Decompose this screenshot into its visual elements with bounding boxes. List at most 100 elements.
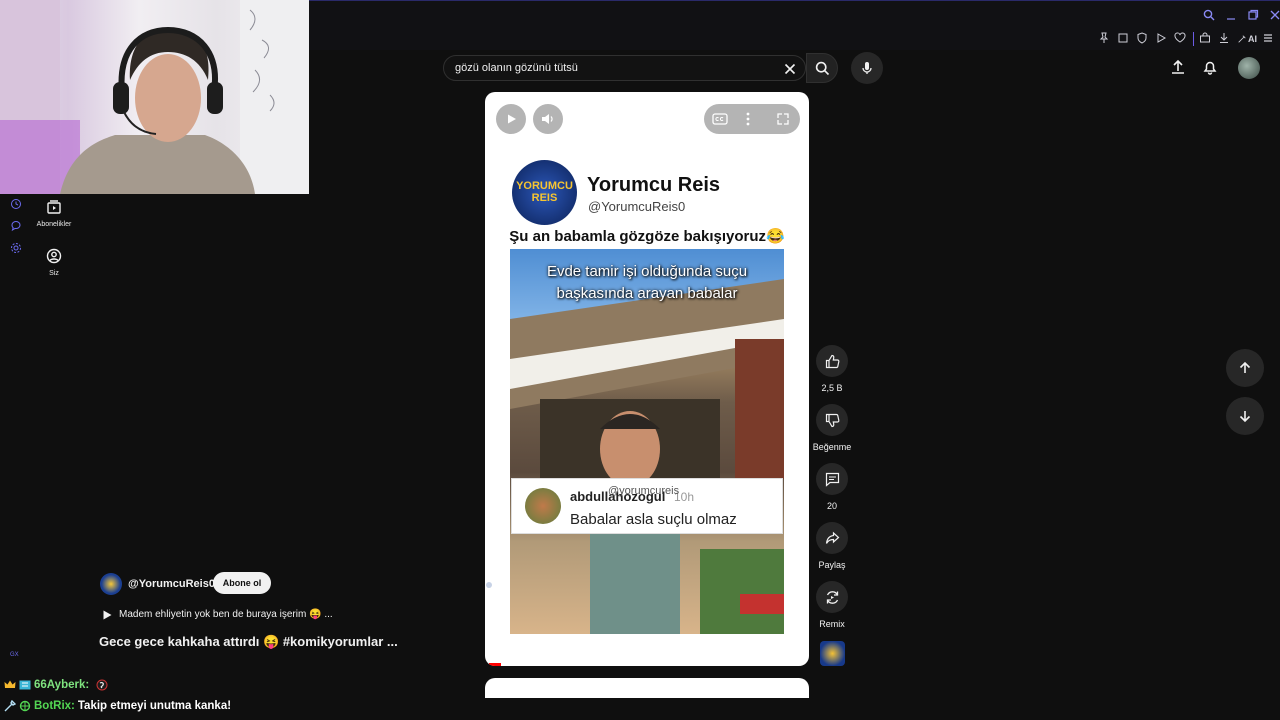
- player-controls-pill: [704, 104, 800, 134]
- volume-icon: [541, 113, 555, 125]
- stream-chat: 66Ayberk: BotRix: Takip etmeyi unutma ka…: [0, 676, 460, 720]
- comments-button[interactable]: [816, 463, 848, 495]
- fullscreen-icon[interactable]: [776, 112, 790, 126]
- search-query: gözü olanın gözünü tütsü: [455, 62, 578, 74]
- badge-icon: [19, 680, 31, 690]
- sidebar-item-label: Abonelikler: [36, 221, 72, 228]
- more-options-icon[interactable]: [746, 112, 750, 126]
- gx-label: GX: [10, 652, 19, 658]
- messenger-icon[interactable]: [10, 220, 22, 232]
- embedded-video-frame: [510, 279, 784, 634]
- arrow-up-icon: [1238, 361, 1252, 375]
- download-icon[interactable]: [1218, 32, 1232, 46]
- chat-message: BotRix: Takip etmeyi unutma kanka!: [4, 700, 231, 712]
- heart-icon[interactable]: [1174, 32, 1188, 46]
- emote-icon: [95, 679, 109, 691]
- ai-label: AI: [1248, 34, 1257, 44]
- comment-count: 20: [826, 501, 837, 511]
- pin-icon[interactable]: [1098, 32, 1112, 46]
- comment-icon: [825, 472, 840, 487]
- action-comments[interactable]: 20: [792, 463, 872, 511]
- extension-bar: AI: [1098, 32, 1276, 46]
- search-input[interactable]: gözü olanın gözünü tütsü: [443, 55, 806, 81]
- play-icon: [505, 113, 517, 125]
- next-short-card[interactable]: [485, 678, 809, 698]
- chat-username: 66Ayberk:: [34, 679, 90, 691]
- sidebar-item-subscriptions[interactable]: Abonelikler: [24, 199, 84, 228]
- post-author-name: Yorumcu Reis: [587, 174, 720, 196]
- restore-icon[interactable]: [1247, 9, 1261, 23]
- minimize-icon[interactable]: [1225, 9, 1239, 23]
- short-title[interactable]: Gece gece kahkaha attırdı 😝 #komikyoruml…: [99, 634, 398, 650]
- play-button[interactable]: [496, 104, 526, 134]
- share-label: Paylaş: [818, 560, 846, 570]
- menu-icon[interactable]: [1262, 32, 1276, 46]
- sound-thumbnail[interactable]: [820, 641, 845, 666]
- next-short-button[interactable]: [1226, 397, 1264, 435]
- close-icon[interactable]: [1269, 9, 1280, 23]
- remix-label: Remix: [819, 619, 845, 629]
- upload-button[interactable]: [1170, 59, 1186, 75]
- screenshot-icon[interactable]: [1117, 32, 1131, 46]
- short-player[interactable]: YORUMCU REIS Yorumcu Reis @YorumcuReis0 …: [485, 92, 809, 666]
- dislike-button[interactable]: [816, 404, 848, 436]
- previous-short-button[interactable]: [1226, 349, 1264, 387]
- voice-search-button[interactable]: [851, 52, 883, 84]
- bot-badge-icon: [19, 700, 31, 712]
- channel-avatar[interactable]: [100, 573, 122, 595]
- embedded-video-caption: Evde tamir işi olduğunda suçu başkasında…: [546, 263, 748, 302]
- channel-logo-text: YORUMCU REIS: [516, 180, 573, 204]
- bell-icon: [1202, 59, 1218, 75]
- music-info[interactable]: Madem ehliyetin yok ben de buraya işerim…: [119, 609, 333, 620]
- captions-icon[interactable]: [712, 112, 728, 126]
- action-remix[interactable]: Remix: [792, 581, 872, 629]
- channel-logo: YORUMCU REIS: [512, 160, 577, 225]
- arrow-down-icon: [1238, 409, 1252, 423]
- ai-button[interactable]: AI: [1237, 32, 1257, 46]
- remix-icon: [825, 590, 840, 605]
- account-icon: [24, 248, 84, 264]
- wallet-icon[interactable]: [1199, 32, 1213, 46]
- video-watermark: @yorumcureis: [608, 485, 680, 497]
- search-button[interactable]: [806, 53, 838, 83]
- search-icon[interactable]: [1203, 9, 1217, 23]
- play-icon[interactable]: [1155, 32, 1169, 46]
- chat-message-text: Takip etmeyi unutma kanka!: [77, 700, 232, 712]
- chat-message: 66Ayberk:: [4, 679, 109, 691]
- crown-icon: [4, 680, 16, 690]
- webcam-image: [0, 0, 309, 194]
- progress-bar[interactable]: [489, 663, 501, 666]
- post-author-handle: @YorumcuReis0: [588, 199, 686, 214]
- history-icon[interactable]: [10, 198, 22, 210]
- share-button[interactable]: [816, 522, 848, 554]
- sidebar-item-label: Siz: [49, 270, 59, 277]
- settings-icon[interactable]: [10, 242, 22, 254]
- remix-button[interactable]: [816, 581, 848, 613]
- comment-text: Babalar asla suçlu olmaz: [570, 511, 737, 528]
- channel-handle[interactable]: @YorumcuReis0: [128, 578, 215, 590]
- microphone-icon: [860, 61, 874, 75]
- action-dislike[interactable]: Beğenme: [792, 404, 872, 452]
- like-button[interactable]: [816, 345, 848, 377]
- avatar[interactable]: [1238, 57, 1260, 79]
- subscribe-button[interactable]: Abone ol: [213, 572, 271, 594]
- shield-icon[interactable]: [1136, 32, 1150, 46]
- toolbar-divider: [1193, 32, 1194, 46]
- chat-username: BotRix:: [34, 700, 75, 712]
- notifications-button[interactable]: [1202, 59, 1218, 75]
- thumbs-down-icon: [825, 413, 840, 428]
- webcam-overlay: [0, 0, 309, 194]
- scroll-indicator: [486, 582, 492, 588]
- window-controls: [1203, 9, 1280, 23]
- volume-button[interactable]: [533, 104, 563, 134]
- embedded-comment: abdullahozogul 10h @yorumcureis Babalar …: [511, 478, 783, 534]
- clear-search-icon[interactable]: [784, 63, 796, 75]
- action-share[interactable]: Paylaş: [792, 522, 872, 570]
- action-like[interactable]: 2,5 B: [792, 345, 872, 393]
- subscriptions-icon: [24, 199, 84, 215]
- thumbs-up-icon: [825, 354, 840, 369]
- sidebar-item-you[interactable]: Siz: [24, 248, 84, 277]
- music-play-icon: [102, 610, 112, 620]
- sword-icon: [4, 700, 16, 712]
- share-icon: [825, 531, 840, 546]
